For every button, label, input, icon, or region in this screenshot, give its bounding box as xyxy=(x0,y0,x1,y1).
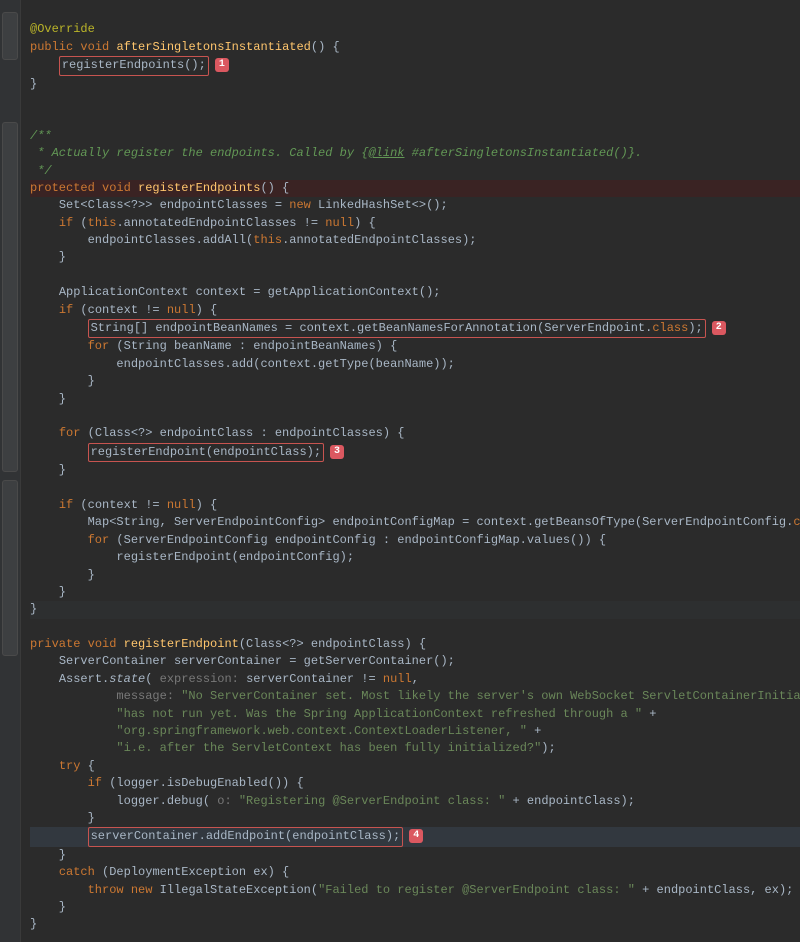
highlight-box-4: serverContainer.addEndpoint(endpointClas… xyxy=(88,827,404,846)
callout-1: 1 xyxy=(215,58,229,72)
method-afterSingletonsInstantiated: afterSingletonsInstantiated xyxy=(116,40,310,54)
code-line: message: "No ServerContainer set. Most l… xyxy=(116,689,800,703)
code-line: catch (DeploymentException ex) { xyxy=(59,865,289,879)
code-line: Set<Class<?>> endpointClasses = new Link… xyxy=(59,198,448,212)
code-line: if (this.annotatedEndpointClasses != nul… xyxy=(59,216,376,230)
javadoc-start: /** xyxy=(30,129,52,143)
code-line: Assert.state( expression: serverContaine… xyxy=(59,672,419,686)
code-line: for (String beanName : endpointBeanNames… xyxy=(88,339,398,353)
code-line: for (ServerEndpointConfig endpointConfig… xyxy=(88,533,607,547)
code-line: logger.debug( o: "Registering @ServerEnd… xyxy=(116,794,635,808)
code-line: private void registerEndpoint(Class<?> e… xyxy=(30,637,426,651)
highlighted-line-cursor: serverContainer.addEndpoint(endpointClas… xyxy=(30,827,800,846)
code-line: ApplicationContext context = getApplicat… xyxy=(59,285,441,299)
code-line: if (context != null) { xyxy=(59,303,217,317)
code-line: endpointClasses.add(context.getType(bean… xyxy=(116,357,454,371)
highlighted-line-method-sig: protected void registerEndpoints() { xyxy=(30,180,800,197)
code-line: "i.e. after the ServletContext has been … xyxy=(116,741,555,755)
javadoc-line: * Actually register the endpoints. Calle… xyxy=(30,146,642,160)
javadoc-end: */ xyxy=(30,164,52,178)
callout-2: 2 xyxy=(712,321,726,335)
highlighted-line-brace: } xyxy=(30,601,800,618)
keyword-public: public xyxy=(30,40,73,54)
code-line: try { xyxy=(59,759,95,773)
code-line: "has not run yet. Was the Spring Applica… xyxy=(116,707,656,721)
callout-3: 3 xyxy=(330,445,344,459)
highlight-box-3: registerEndpoint(endpointClass); xyxy=(88,443,324,462)
annotation: @Override xyxy=(30,22,95,36)
code-line: registerEndpoint(endpointConfig); xyxy=(116,550,354,564)
keyword-void: void xyxy=(80,40,109,54)
code-line: ServerContainer serverContainer = getSer… xyxy=(59,654,455,668)
code-line: endpointClasses.addAll(this.annotatedEnd… xyxy=(88,233,477,247)
code-line: "org.springframework.web.context.Context… xyxy=(116,724,541,738)
code-line: if (context != null) { xyxy=(59,498,217,512)
highlight-box-2: String[] endpointBeanNames = context.get… xyxy=(88,319,706,338)
highlight-box-1: registerEndpoints(); xyxy=(59,56,209,75)
code-line: throw new IllegalStateException("Failed … xyxy=(88,883,794,897)
callout-4: 4 xyxy=(409,829,423,843)
code-editor[interactable]: @Override public void afterSingletonsIns… xyxy=(0,0,800,942)
editor-gutter xyxy=(0,0,21,942)
code-line: if (logger.isDebugEnabled()) { xyxy=(88,776,304,790)
code-line: for (Class<?> endpointClass : endpointCl… xyxy=(59,426,405,440)
code-line: Map<String, ServerEndpointConfig> endpoi… xyxy=(88,515,800,529)
